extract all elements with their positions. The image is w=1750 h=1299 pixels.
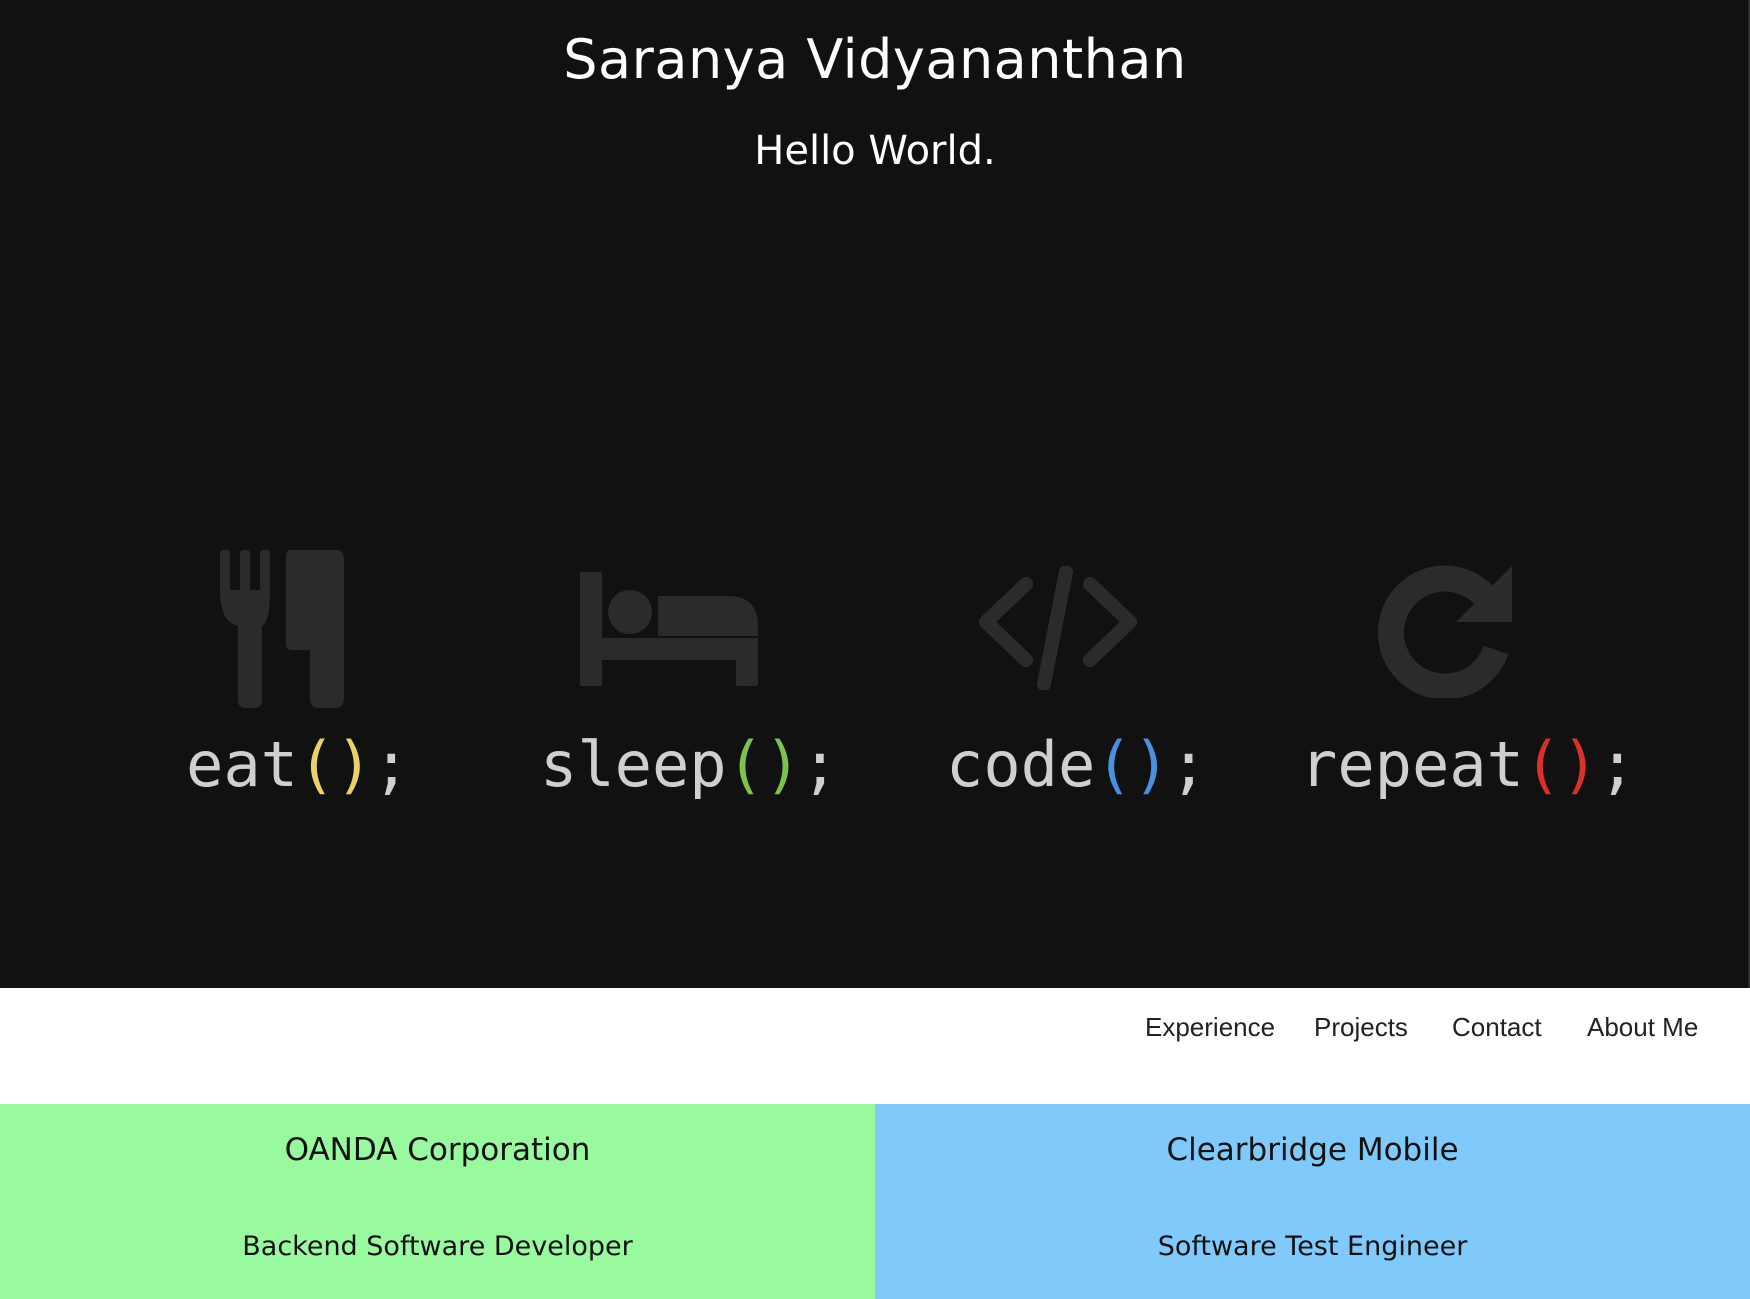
motif-word: eat [186, 728, 298, 801]
refresh-icon [1378, 565, 1512, 698]
motif-paren: ( [1523, 728, 1562, 801]
top-nav [0, 988, 1750, 1104]
motif-semicolon: ; [372, 728, 410, 801]
code-icon [979, 566, 1137, 690]
fork-knife-icon [220, 550, 344, 708]
motif-paren: ) [1561, 728, 1599, 801]
motif-label-repeat: repeat(); [1300, 728, 1636, 801]
nav-link-experience[interactable]: Experience [1145, 1012, 1275, 1043]
motif-word: code [946, 728, 1096, 801]
motif-label-sleep: sleep(); [540, 728, 839, 801]
motif-paren: ( [1095, 728, 1133, 801]
motif-paren: ) [1132, 728, 1170, 801]
motif-paren: ( [726, 728, 764, 801]
motif-word: repeat [1300, 728, 1524, 801]
nav-link-projects[interactable]: Projects [1314, 1012, 1408, 1043]
experience-card-oanda[interactable]: OANDA Corporation Backend Software Devel… [0, 1104, 875, 1299]
motif-paren: ) [335, 728, 373, 801]
motif-word: sleep [540, 728, 727, 801]
nav-link-about-me[interactable]: About Me [1587, 1012, 1698, 1043]
experience-company: OANDA Corporation [284, 1132, 591, 1168]
motif-semicolon: ; [1598, 728, 1636, 801]
experience-role: Software Test Engineer [1157, 1231, 1468, 1262]
motif-paren: ) [763, 728, 802, 801]
motif-semicolon: ; [1169, 728, 1208, 801]
experience-role: Backend Software Developer [242, 1231, 633, 1262]
nav-link-contact[interactable]: Contact [1452, 1012, 1542, 1043]
experience-company: Clearbridge Mobile [1166, 1132, 1459, 1168]
motif-semicolon: ; [801, 728, 839, 801]
motif-label-code: code(); [946, 728, 1207, 801]
hero-banner: Saranya Vidyananthan Hello World. eat();… [0, 0, 1750, 988]
bed-icon [580, 572, 758, 686]
hero-motif: eat(); sleep(); code(); repeat(); [0, 0, 1750, 988]
motif-label-eat: eat(); [186, 728, 410, 801]
motif-paren: ( [297, 728, 336, 801]
experience-card-clearbridge[interactable]: Clearbridge Mobile Software Test Enginee… [875, 1104, 1750, 1299]
